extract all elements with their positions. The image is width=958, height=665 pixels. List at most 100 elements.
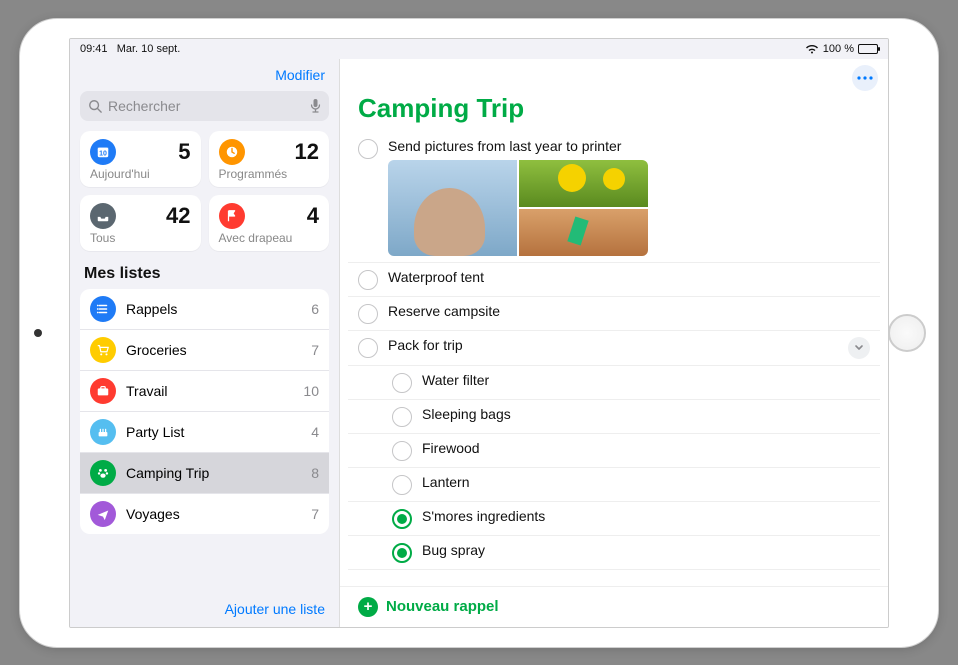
new-reminder-label: Nouveau rappel bbox=[386, 598, 499, 615]
reminder-text[interactable]: Bug spray bbox=[422, 542, 870, 558]
list-label: Rappels bbox=[126, 301, 177, 317]
battery-percent: 100 % bbox=[823, 43, 854, 55]
complete-toggle[interactable] bbox=[392, 509, 412, 529]
reminder-row[interactable]: Reserve campsite bbox=[348, 297, 880, 331]
attachment-photo-1[interactable] bbox=[388, 160, 517, 256]
reminder-row[interactable]: S'mores ingredients bbox=[348, 502, 880, 536]
complete-toggle[interactable] bbox=[392, 373, 412, 393]
reminder-text[interactable]: Send pictures from last year to printer bbox=[388, 138, 870, 256]
reminder-text[interactable]: Sleeping bags bbox=[422, 406, 870, 422]
svg-text:10: 10 bbox=[99, 150, 107, 157]
list-count: 6 bbox=[311, 301, 319, 317]
my-lists-header: Mes listes bbox=[84, 265, 325, 283]
search-input[interactable]: Rechercher bbox=[80, 91, 329, 121]
list-label: Camping Trip bbox=[126, 465, 209, 481]
attachment-photo-3[interactable] bbox=[519, 209, 648, 256]
complete-toggle[interactable] bbox=[358, 304, 378, 324]
briefcase-icon bbox=[90, 378, 116, 404]
complete-toggle[interactable] bbox=[392, 407, 412, 427]
complete-toggle[interactable] bbox=[392, 441, 412, 461]
reminder-row[interactable]: Firewood bbox=[348, 434, 880, 468]
paw-icon bbox=[90, 460, 116, 486]
reminder-text[interactable]: Water filter bbox=[422, 372, 870, 388]
plane-icon bbox=[90, 501, 116, 527]
reminder-row[interactable]: Pack for trip bbox=[348, 331, 880, 366]
cart-icon bbox=[90, 337, 116, 363]
expand-subtasks-button[interactable] bbox=[848, 337, 870, 359]
clock-icon bbox=[219, 139, 245, 165]
reminder-row[interactable]: Water filter bbox=[348, 366, 880, 400]
list-label: Travail bbox=[126, 383, 168, 399]
new-reminder-button[interactable]: + Nouveau rappel bbox=[340, 586, 888, 627]
reminder-row[interactable]: Sleeping bags bbox=[348, 400, 880, 434]
list-count: 4 bbox=[311, 424, 319, 440]
main-header bbox=[340, 59, 888, 91]
list-label: Voyages bbox=[126, 506, 180, 522]
search-placeholder: Rechercher bbox=[108, 98, 180, 114]
battery-icon bbox=[858, 44, 878, 54]
reminder-row[interactable]: Bug spray bbox=[348, 536, 880, 570]
sidebar-list-party-list[interactable]: Party List 4 bbox=[80, 412, 329, 453]
sidebar-list-voyages[interactable]: Voyages 7 bbox=[80, 494, 329, 534]
complete-toggle[interactable] bbox=[358, 270, 378, 290]
sidebar-list-rappels[interactable]: Rappels 6 bbox=[80, 289, 329, 330]
flag-icon bbox=[219, 203, 245, 229]
sidebar: Modifier Rechercher 10 5 Aujourd'hui 1 bbox=[70, 59, 340, 627]
smart-lists-grid: 10 5 Aujourd'hui 12 Programmés 42 Tous 4… bbox=[80, 131, 329, 251]
sidebar-list-travail[interactable]: Travail 10 bbox=[80, 371, 329, 412]
status-right: 100 % bbox=[805, 43, 878, 55]
edit-row: Modifier bbox=[80, 63, 329, 91]
smart-tile-tous[interactable]: 42 Tous bbox=[80, 195, 201, 251]
calendar-icon: 10 bbox=[90, 139, 116, 165]
tile-count: 4 bbox=[307, 203, 319, 229]
list-icon bbox=[90, 296, 116, 322]
cake-icon bbox=[90, 419, 116, 445]
smart-tile-avec-drapeau[interactable]: 4 Avec drapeau bbox=[209, 195, 330, 251]
attachment-photo-2[interactable] bbox=[519, 160, 648, 207]
more-button[interactable] bbox=[852, 65, 878, 91]
reminder-text[interactable]: Reserve campsite bbox=[388, 303, 870, 319]
tile-count: 42 bbox=[166, 203, 190, 229]
content: Modifier Rechercher 10 5 Aujourd'hui 1 bbox=[70, 59, 888, 627]
sidebar-list-camping-trip[interactable]: Camping Trip 8 bbox=[80, 453, 329, 494]
reminder-row[interactable]: Send pictures from last year to printer bbox=[348, 132, 880, 263]
home-button[interactable] bbox=[888, 314, 926, 352]
smart-tile-programm-s[interactable]: 12 Programmés bbox=[209, 131, 330, 187]
tile-label: Tous bbox=[90, 231, 191, 245]
complete-toggle[interactable] bbox=[392, 475, 412, 495]
reminder-attachments[interactable] bbox=[388, 160, 648, 256]
edit-button[interactable]: Modifier bbox=[275, 67, 325, 83]
tile-label: Programmés bbox=[219, 167, 320, 181]
reminder-row[interactable]: Lantern bbox=[348, 468, 880, 502]
tile-count: 5 bbox=[178, 139, 190, 165]
complete-toggle[interactable] bbox=[358, 338, 378, 358]
sidebar-list-groceries[interactable]: Groceries 7 bbox=[80, 330, 329, 371]
tile-label: Aujourd'hui bbox=[90, 167, 191, 181]
tile-label: Avec drapeau bbox=[219, 231, 320, 245]
list-count: 8 bbox=[311, 465, 319, 481]
reminder-text[interactable]: S'mores ingredients bbox=[422, 508, 870, 524]
status-left: 09:41 Mar. 10 sept. bbox=[80, 43, 180, 55]
search-icon bbox=[88, 99, 102, 113]
complete-toggle[interactable] bbox=[392, 543, 412, 563]
add-list-button[interactable]: Ajouter une liste bbox=[225, 601, 325, 617]
plus-icon: + bbox=[358, 597, 378, 617]
list-title: Camping Trip bbox=[340, 91, 888, 132]
mic-icon[interactable] bbox=[310, 98, 321, 114]
reminder-text[interactable]: Waterproof tent bbox=[388, 269, 870, 285]
reminder-row[interactable]: Waterproof tent bbox=[348, 263, 880, 297]
reminder-text[interactable]: Lantern bbox=[422, 474, 870, 490]
tile-count: 12 bbox=[295, 139, 319, 165]
reminder-text[interactable]: Firewood bbox=[422, 440, 870, 456]
reminder-text[interactable]: Pack for trip bbox=[388, 337, 838, 353]
smart-tile-aujourd-hui[interactable]: 10 5 Aujourd'hui bbox=[80, 131, 201, 187]
reminders-list: Send pictures from last year to printer … bbox=[340, 132, 888, 586]
list-count: 10 bbox=[303, 383, 319, 399]
list-label: Party List bbox=[126, 424, 184, 440]
list-count: 7 bbox=[311, 506, 319, 522]
wifi-icon bbox=[805, 44, 819, 54]
camera-dot bbox=[34, 329, 42, 337]
main-panel: Camping Trip Send pictures from last yea… bbox=[340, 59, 888, 627]
status-time: 09:41 bbox=[80, 43, 108, 55]
complete-toggle[interactable] bbox=[358, 139, 378, 159]
